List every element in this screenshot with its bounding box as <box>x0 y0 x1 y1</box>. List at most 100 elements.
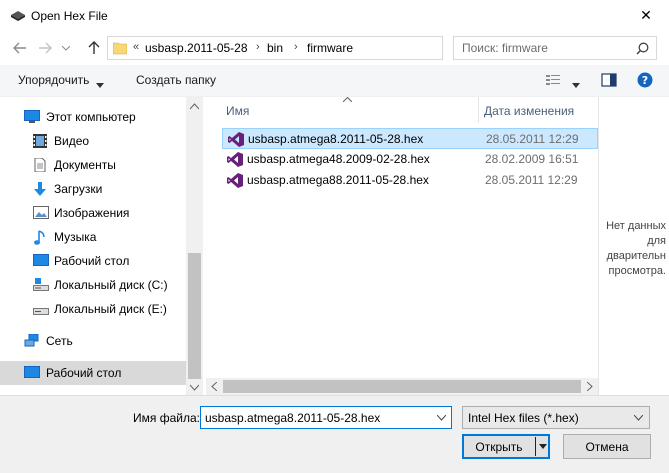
app-icon <box>10 9 26 21</box>
dialog-footer: Имя файла: usbasp.atmega8.2011-05-28.hex… <box>0 395 669 473</box>
chevron-down-icon <box>62 45 70 51</box>
chevron-down-icon[interactable] <box>572 77 580 91</box>
breadcrumb-separator[interactable]: › <box>256 41 260 53</box>
filename-input[interactable]: usbasp.atmega8.2011-05-28.hex <box>200 406 452 429</box>
preview-pane-icon <box>601 73 617 87</box>
breadcrumb-item[interactable]: firmware <box>307 41 353 55</box>
sidebar-item-label: Локальный диск (C:) <box>54 278 168 292</box>
scrollbar-thumb[interactable] <box>223 380 581 393</box>
sidebar-item-label: Видео <box>54 134 90 148</box>
open-button-label: Открыть <box>475 440 523 454</box>
file-name: usbasp.atmega88.2011-05-28.hex <box>247 173 429 187</box>
desktop-icon <box>24 366 40 380</box>
file-type-value: Intel Hex files (*.hex) <box>468 411 579 425</box>
sidebar-item-label: Изображения <box>54 206 130 220</box>
computer-icon <box>24 110 40 124</box>
sidebar-item-label: Сеть <box>46 334 73 348</box>
details-view-icon <box>546 75 560 85</box>
column-header-date[interactable]: Дата изменения <box>484 104 574 118</box>
search-icon <box>636 42 649 55</box>
file-list: Имя Дата изменения usbasp.atmega8.2011-0… <box>206 97 598 395</box>
sidebar-item-this-pc[interactable]: Этот компьютер <box>0 105 186 129</box>
breadcrumb-overflow[interactable]: « <box>133 41 139 53</box>
cancel-button[interactable]: Отмена <box>563 434 651 459</box>
music-icon <box>33 230 49 245</box>
preview-message-line: просмотра. <box>608 265 666 277</box>
scroll-left-icon[interactable] <box>211 382 217 391</box>
drive-icon <box>33 278 49 292</box>
file-date: 28.05.2011 12:29 <box>486 132 579 146</box>
navigation-pane: Этот компьютер Видео Документы Загрузки … <box>0 97 203 395</box>
address-bar[interactable]: « usbasp.2011-05-28 › bin › firmware <box>107 36 542 60</box>
visual-studio-icon <box>227 173 243 188</box>
sidebar-item-drive-c[interactable]: Локальный диск (C:) <box>0 273 186 297</box>
file-date: 28.02.2009 16:51 <box>485 152 579 166</box>
command-bar: Упорядочить Создать папку ? <box>0 65 669 97</box>
sidebar-item-label: Этот компьютер <box>46 110 136 124</box>
images-icon <box>33 206 49 220</box>
filename-value: usbasp.atmega8.2011-05-28.hex <box>205 411 381 425</box>
preview-message-line: для <box>647 235 666 247</box>
sidebar-item-network[interactable]: Сеть <box>0 329 186 353</box>
organize-button[interactable]: Упорядочить <box>18 73 89 87</box>
filename-label: Имя файла: <box>133 411 200 425</box>
chevron-down-icon[interactable] <box>437 415 446 421</box>
video-icon <box>33 134 49 148</box>
preview-pane-button[interactable] <box>601 72 617 91</box>
forward-button[interactable] <box>34 38 56 58</box>
folder-icon <box>112 41 128 55</box>
scroll-right-icon[interactable] <box>587 382 593 391</box>
breadcrumb-separator[interactable]: › <box>294 41 298 53</box>
sidebar-item-music[interactable]: Музыка <box>0 225 186 249</box>
svg-text:?: ? <box>642 74 648 87</box>
column-header-name[interactable]: Имя <box>226 104 249 118</box>
sidebar-item-label: Локальный диск (E:) <box>54 302 167 316</box>
close-button[interactable]: ✕ <box>623 0 669 31</box>
window-title: Open Hex File <box>31 9 108 23</box>
search-input[interactable]: Поиск: firmware <box>453 36 657 60</box>
breadcrumb-item[interactable]: usbasp.2011-05-28 <box>145 41 248 55</box>
back-button[interactable] <box>9 38 31 58</box>
sidebar-item-label: Музыка <box>54 230 97 244</box>
file-row[interactable]: usbasp.atmega88.2011-05-28.hex 28.05.201… <box>222 170 598 191</box>
scroll-up-icon[interactable] <box>190 102 199 110</box>
sidebar-item-desktop-root[interactable]: Рабочий стол <box>0 361 186 385</box>
file-name: usbasp.atmega8.2011-05-28.hex <box>248 132 424 146</box>
column-divider[interactable] <box>478 97 479 123</box>
chevron-down-icon <box>96 77 104 91</box>
preview-message-line: дварительн <box>606 250 666 262</box>
sidebar-item-desktop[interactable]: Рабочий стол <box>0 249 186 273</box>
file-date: 28.05.2011 12:29 <box>485 173 578 187</box>
open-options-dropdown-icon[interactable] <box>539 444 547 449</box>
scroll-down-icon[interactable] <box>190 384 199 392</box>
scrollbar-thumb[interactable] <box>188 253 201 379</box>
recent-locations-button[interactable] <box>59 38 73 58</box>
horizontal-scrollbar[interactable] <box>206 378 598 395</box>
sidebar-item-downloads[interactable]: Загрузки <box>0 177 186 201</box>
network-icon <box>24 333 40 348</box>
file-row[interactable]: usbasp.atmega48.2009-02-28.hex 28.02.200… <box>222 149 598 170</box>
navigation-scrollbar[interactable] <box>186 97 203 395</box>
file-type-select[interactable]: Intel Hex files (*.hex) <box>462 406 650 429</box>
open-button[interactable]: Открыть <box>462 434 550 459</box>
help-icon: ? <box>637 72 653 88</box>
sidebar-item-label: Загрузки <box>54 182 103 196</box>
sidebar-item-documents[interactable]: Документы <box>0 153 186 177</box>
chevron-down-icon <box>634 415 643 421</box>
search-placeholder: Поиск: firmware <box>462 41 548 55</box>
help-button[interactable]: ? <box>637 72 653 91</box>
file-row[interactable]: usbasp.atmega8.2011-05-28.hex 28.05.2011… <box>222 128 598 149</box>
sidebar-item-video[interactable]: Видео <box>0 129 186 153</box>
title-bar: Open Hex File ✕ <box>0 0 669 31</box>
preview-message-line: Нет данных <box>606 220 666 232</box>
up-button[interactable] <box>83 38 105 58</box>
sidebar-item-drive-e[interactable]: Локальный диск (E:) <box>0 297 186 321</box>
sidebar-item-label: Рабочий стол <box>54 254 130 268</box>
view-options-button[interactable] <box>545 72 561 91</box>
cancel-button-label: Отмена <box>585 440 629 454</box>
new-folder-button[interactable]: Создать папку <box>136 73 216 87</box>
breadcrumb-item[interactable]: bin <box>267 41 283 55</box>
arrow-left-icon <box>13 42 26 54</box>
sidebar-item-images[interactable]: Изображения <box>0 201 186 225</box>
close-icon: ✕ <box>640 7 652 23</box>
